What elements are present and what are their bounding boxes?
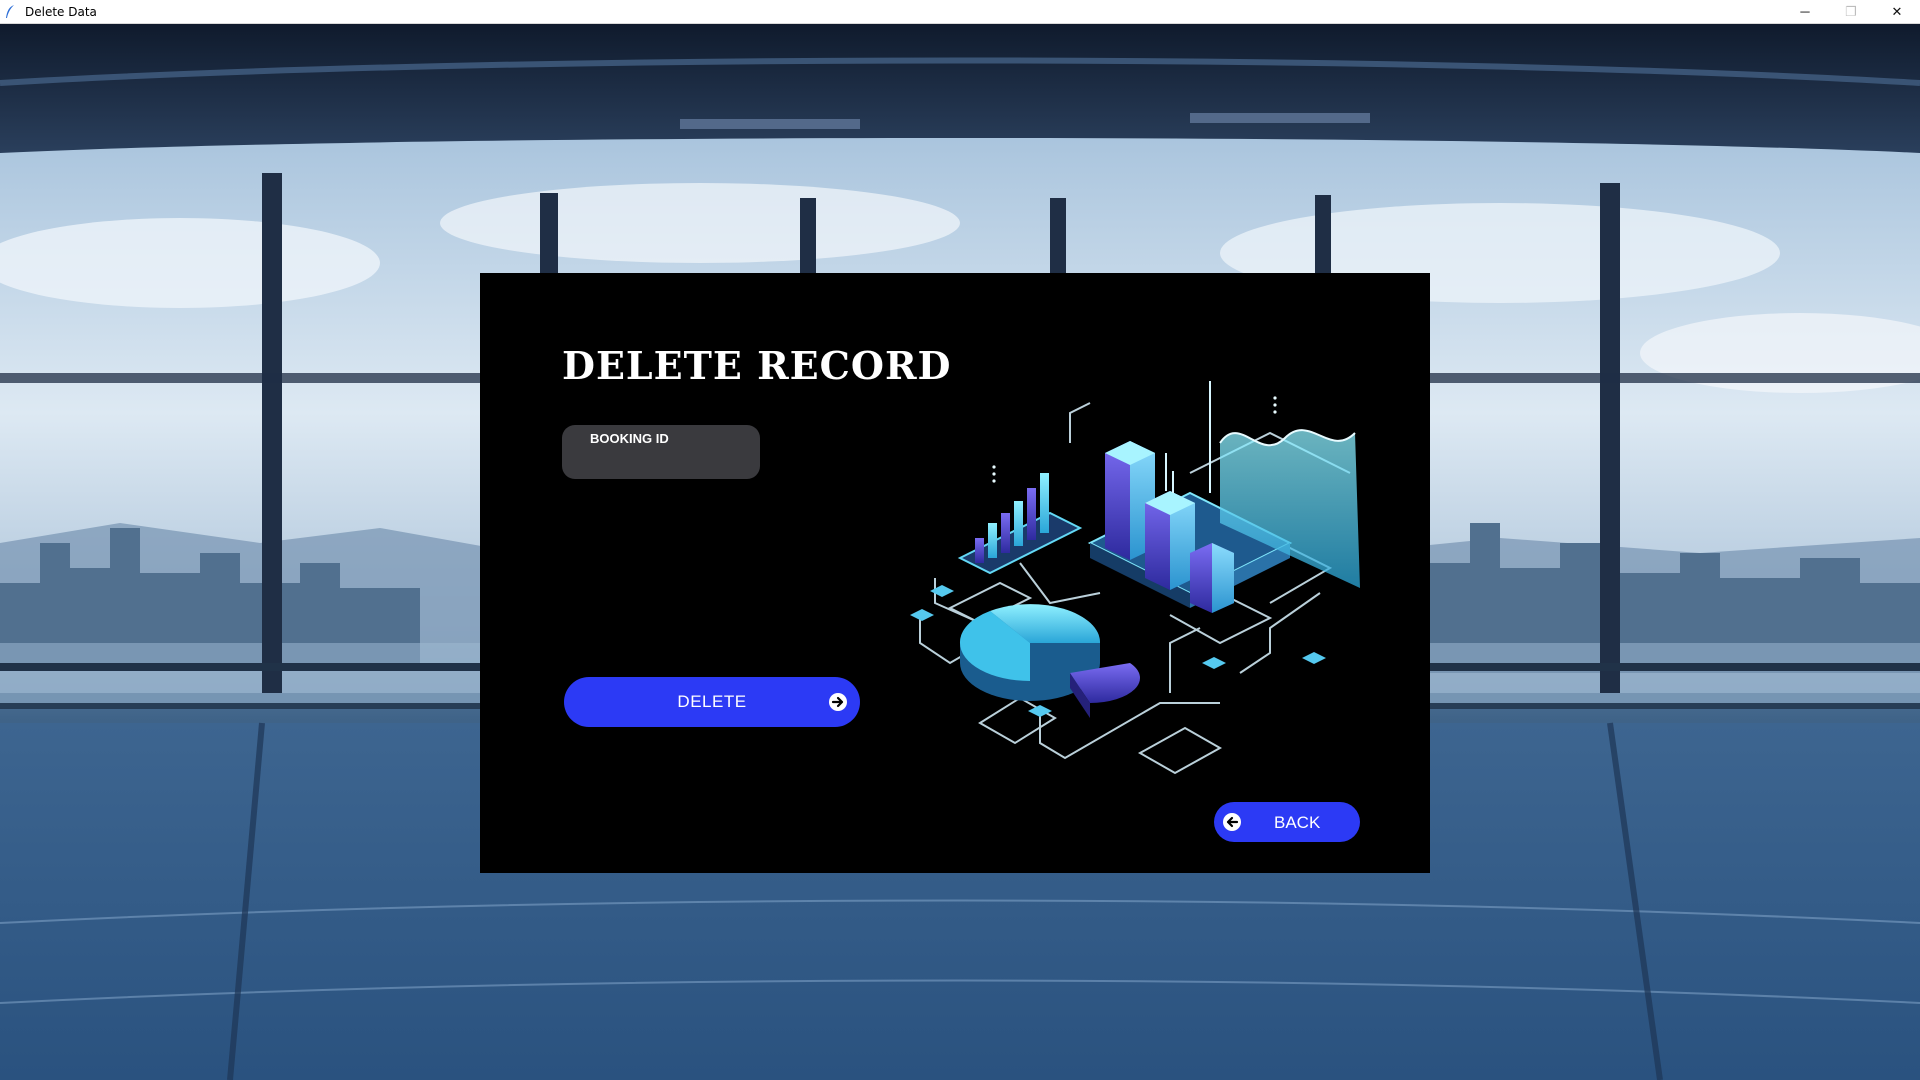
delete-record-panel: DELETE RECORD BOOKING ID DELETE BACK <box>480 273 1430 873</box>
delete-button-label: DELETE <box>677 692 747 711</box>
window-title: Delete Data <box>25 4 97 19</box>
maximize-button: ❐ <box>1845 3 1857 19</box>
feather-icon <box>5 4 19 20</box>
booking-id-label: BOOKING ID <box>590 431 669 446</box>
minimize-button[interactable]: ─ <box>1782 0 1828 23</box>
delete-button[interactable]: DELETE <box>564 677 860 727</box>
arrow-left-circle-icon <box>1222 812 1242 837</box>
window-titlebar: Delete Data ─ ❐ ✕ <box>0 0 1920 24</box>
window-controls: ─ ❐ ✕ <box>1782 0 1920 23</box>
booking-id-input[interactable] <box>588 449 742 471</box>
back-button[interactable]: BACK <box>1214 802 1360 842</box>
back-button-label: BACK <box>1274 813 1321 832</box>
booking-id-field[interactable]: BOOKING ID <box>562 425 760 479</box>
data-analytics-illustration <box>910 381 1360 775</box>
arrow-right-circle-icon <box>828 692 848 717</box>
close-button[interactable]: ✕ <box>1874 0 1920 23</box>
